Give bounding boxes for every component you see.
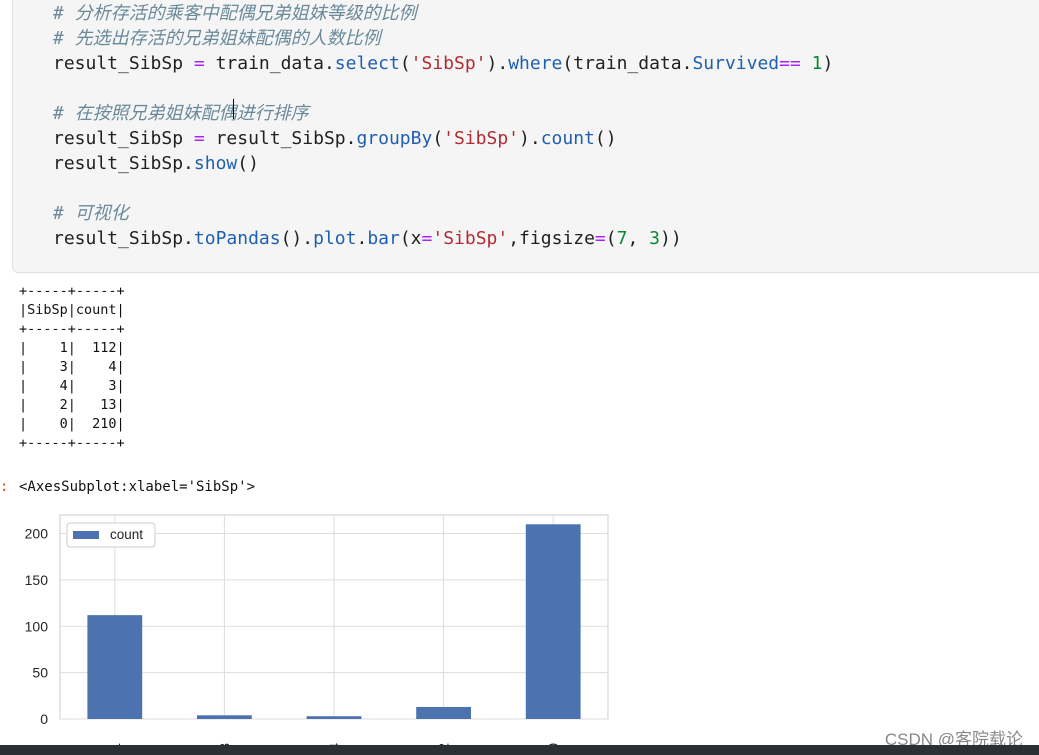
bar-sibsp-0 bbox=[525, 524, 581, 719]
y-tick-label: 150 bbox=[25, 572, 49, 588]
y-tick-labels: 0 50 100 150 200 bbox=[25, 526, 49, 727]
code-line-plot: result_SibSp.toPandas().plot.bar(x='SibS… bbox=[53, 228, 682, 249]
bar-sibsp-2 bbox=[416, 706, 471, 719]
bottom-bar bbox=[0, 745, 1039, 755]
legend-label: count bbox=[110, 527, 143, 542]
code-comment-3: # 在按照兄弟姐妹配偶进行排序 bbox=[53, 103, 309, 124]
code-line-select: result_SibSp = train_data.select('SibSp'… bbox=[53, 53, 834, 74]
code-cell[interactable]: # 分析存活的乘客中配偶兄弟姐妹等级的比例 # 先选出存活的兄弟姐妹配偶的人数比… bbox=[12, 0, 1039, 273]
legend-swatch bbox=[73, 531, 99, 539]
code-comment-2: # 先选出存活的兄弟姐妹配偶的人数比例 bbox=[53, 28, 381, 49]
bar-sibsp-1 bbox=[87, 615, 143, 719]
bar-sibsp-3 bbox=[197, 715, 252, 719]
y-tick-label: 0 bbox=[40, 711, 48, 727]
y-tick-label: 50 bbox=[32, 665, 48, 681]
bar-chart: 050100150200 13420 count bbox=[25, 514, 609, 750]
text-cursor bbox=[233, 99, 234, 119]
output-prompt-marker: : bbox=[0, 479, 9, 495]
legend: count bbox=[66, 522, 156, 548]
y-tick-label: 200 bbox=[25, 526, 49, 542]
code-comment-4: # 可视化 bbox=[53, 203, 129, 224]
y-tick-label: 100 bbox=[25, 618, 49, 634]
code-line-show: result_SibSp.show() bbox=[53, 153, 259, 174]
code-comment-1: # 分析存活的乘客中配偶兄弟姐妹等级的比例 bbox=[53, 3, 417, 24]
code-line-groupby: result_SibSp = result_SibSp.groupBy('Sib… bbox=[53, 128, 617, 149]
axes-repr-output: <AxesSubplot:xlabel='SibSp'> bbox=[19, 479, 256, 495]
bar-sibsp-4 bbox=[306, 716, 362, 719]
output-table: +-----+-----+ |SibSp|count| +-----+-----… bbox=[19, 283, 125, 451]
